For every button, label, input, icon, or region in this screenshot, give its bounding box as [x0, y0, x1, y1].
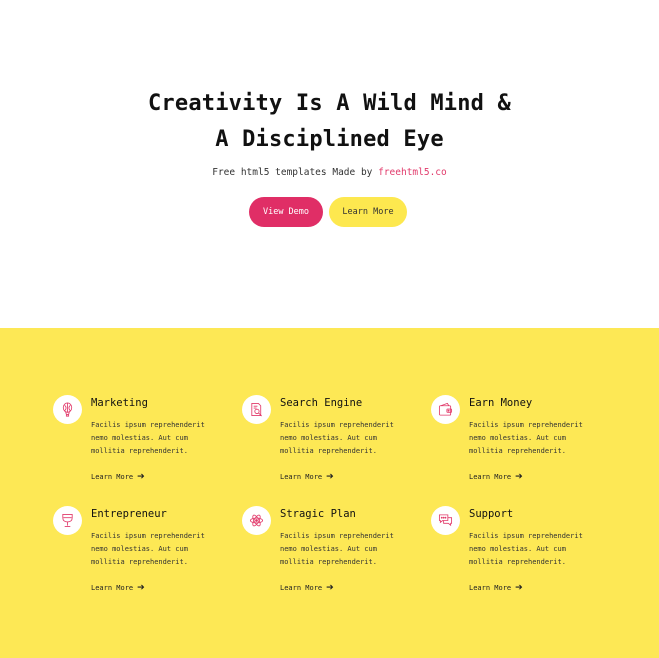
- feature-stragic-plan: Stragic Plan Facilis ipsum reprehenderit…: [242, 506, 422, 606]
- arrow-right-icon: ➔: [137, 471, 145, 482]
- feature-search-engine: Search Engine Facilis ipsum reprehenderi…: [242, 395, 422, 495]
- arrow-right-icon: ➔: [515, 471, 523, 482]
- feature-learn-more-link[interactable]: Learn More ➔: [91, 582, 145, 593]
- arrow-right-icon: ➔: [137, 582, 145, 593]
- freehtml5-link[interactable]: freehtml5.co: [378, 167, 447, 178]
- feature-title: Marketing: [91, 397, 148, 409]
- balloon-icon: [53, 395, 82, 424]
- features-section: Marketing Facilis ipsum reprehenderit ne…: [0, 328, 659, 658]
- hero-subtitle: Free html5 templates Made by freehtml5.c…: [0, 167, 659, 178]
- wine-glass-icon: [53, 506, 82, 535]
- feature-earn-money: Earn Money Facilis ipsum reprehenderit n…: [431, 395, 611, 495]
- hero-section: Creativity Is A Wild Mind & A Discipline…: [0, 0, 659, 328]
- feature-learn-more-link[interactable]: Learn More ➔: [280, 582, 334, 593]
- feature-entrepreneur: Entrepreneur Facilis ipsum reprehenderit…: [53, 506, 233, 606]
- feature-description: Facilis ipsum reprehenderit nemo molesti…: [280, 421, 394, 455]
- feature-title: Stragic Plan: [280, 508, 356, 520]
- learn-more-button[interactable]: Learn More: [329, 197, 407, 227]
- feature-description: Facilis ipsum reprehenderit nemo molesti…: [91, 421, 205, 455]
- atom-icon: [242, 506, 271, 535]
- feature-description: Facilis ipsum reprehenderit nemo molesti…: [469, 421, 583, 455]
- hero-title-line-2: A Disciplined Eye: [215, 127, 444, 152]
- arrow-right-icon: ➔: [326, 582, 334, 593]
- learn-more-label: Learn More: [91, 473, 134, 481]
- hero-title-line-1: Creativity Is A Wild Mind &: [147, 91, 512, 116]
- learn-more-label: Learn More: [469, 473, 512, 481]
- feature-learn-more-link[interactable]: Learn More ➔: [280, 471, 334, 482]
- feature-description: Facilis ipsum reprehenderit nemo molesti…: [469, 532, 583, 566]
- hero-subtitle-text: Free html5 templates Made by: [212, 167, 379, 178]
- feature-support: Support Facilis ipsum reprehenderit nemo…: [431, 506, 611, 606]
- chat-bubbles-icon: [431, 506, 460, 535]
- feature-description: Facilis ipsum reprehenderit nemo molesti…: [280, 532, 394, 566]
- arrow-right-icon: ➔: [326, 471, 334, 482]
- feature-title: Earn Money: [469, 397, 533, 409]
- arrow-right-icon: ➔: [515, 582, 523, 593]
- learn-more-label: Learn More: [280, 584, 323, 592]
- hero-title: Creativity Is A Wild Mind & A Discipline…: [0, 86, 659, 158]
- feature-learn-more-link[interactable]: Learn More ➔: [469, 471, 523, 482]
- feature-title: Support: [469, 508, 514, 520]
- feature-title: Search Engine: [280, 397, 363, 409]
- feature-marketing: Marketing Facilis ipsum reprehenderit ne…: [53, 395, 233, 495]
- search-document-icon: [242, 395, 271, 424]
- feature-description: Facilis ipsum reprehenderit nemo molesti…: [91, 532, 205, 566]
- feature-title: Entrepreneur: [91, 508, 167, 520]
- view-demo-button[interactable]: View Demo: [249, 197, 323, 227]
- learn-more-label: Learn More: [280, 473, 323, 481]
- feature-learn-more-link[interactable]: Learn More ➔: [91, 471, 145, 482]
- learn-more-label: Learn More: [469, 584, 512, 592]
- wallet-icon: [431, 395, 460, 424]
- feature-learn-more-link[interactable]: Learn More ➔: [469, 582, 523, 593]
- learn-more-label: Learn More: [91, 584, 134, 592]
